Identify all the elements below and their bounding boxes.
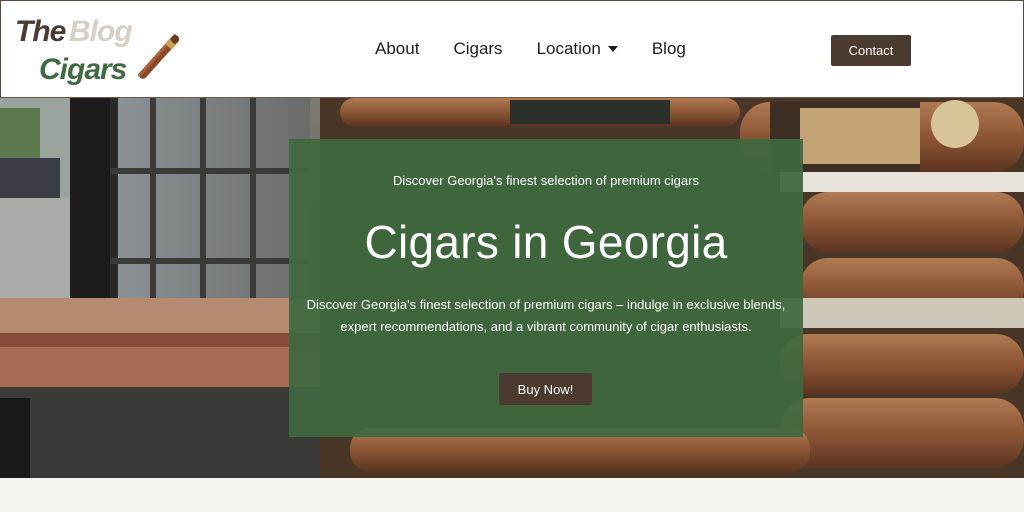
hero-section: Discover Georgia's finest selection of p… [0,98,1024,478]
nav-item-about[interactable]: About [375,39,419,59]
hero-title: Cigars in Georgia [364,216,728,268]
contact-button[interactable]: Contact [831,35,911,66]
chevron-down-icon [607,46,618,52]
site-logo[interactable]: The Blog Cigars [11,13,191,89]
nav-item-label: Location [536,39,601,58]
page: The Blog Cigars About Cigars Location Bl… [0,0,1024,512]
logo-text-the: The [15,15,66,48]
nav-item-blog[interactable]: Blog [652,39,686,59]
logo-text-cigars: Cigars [39,53,127,86]
main-nav: About Cigars Location Blog [375,39,720,59]
nav-item-label: Cigars [453,39,503,58]
hero-description: Discover Georgia's finest selection of p… [306,297,786,334]
nav-item-label: Blog [651,39,686,58]
buy-now-button[interactable]: Buy Now! [499,373,592,405]
nav-item-cigars[interactable]: Cigars [453,39,502,59]
cigar-icon [137,34,180,79]
page-bottom-strip [0,478,1024,512]
site-header: The Blog Cigars About Cigars Location Bl… [0,0,1024,98]
hero-overlay-card: Discover Georgia's finest selection of p… [289,139,803,437]
nav-item-label: About [375,39,420,58]
nav-item-location[interactable]: Location [537,39,618,59]
hero-kicker: Discover Georgia's finest selection of p… [393,173,699,188]
logo-text-blog: Blog [69,15,133,48]
